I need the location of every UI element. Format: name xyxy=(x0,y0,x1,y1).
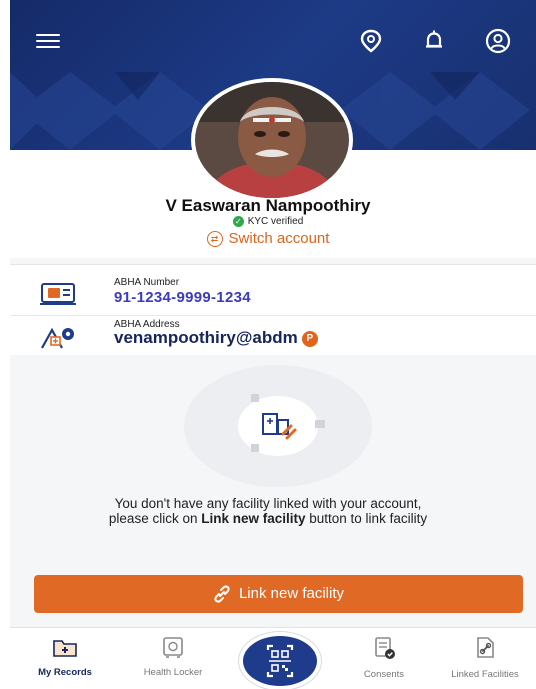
switch-account-label: Switch account xyxy=(228,230,330,247)
abha-number-row: ABHA Number 91-1234-9999-1234 xyxy=(10,271,536,315)
nav-my-records[interactable]: My Records xyxy=(22,636,108,678)
nav-consents-label: Consents xyxy=(363,669,405,680)
nav-consents[interactable]: Consents xyxy=(341,636,427,680)
app-screen: V Easwaran Nampoothiry ✓ KYC verified ⇄ Sw… xyxy=(10,0,536,689)
nav-health-locker[interactable]: Health Locker xyxy=(130,636,216,678)
switch-account-icon: ⇄ xyxy=(206,231,223,248)
linked-facilities-icon xyxy=(477,637,494,658)
location-icon[interactable] xyxy=(356,26,386,56)
link-icon xyxy=(214,585,230,603)
id-card-icon xyxy=(40,283,76,305)
scan-qr-button[interactable] xyxy=(239,632,321,689)
abha-details: ABHA Number 91-1234-9999-1234 ABHA Addre… xyxy=(10,264,536,355)
abha-number-label: ABHA Number xyxy=(114,277,180,288)
profile-photo xyxy=(191,78,353,202)
no-facility-illustration xyxy=(184,365,372,487)
kyc-status-text: KYC verified xyxy=(247,216,304,228)
folder-plus-icon xyxy=(53,640,77,657)
bell-icon[interactable] xyxy=(419,26,449,56)
empty-state-message: You don't have any facility linked with … xyxy=(10,496,536,526)
nav-linked-facilities[interactable]: Linked Facilities xyxy=(442,636,528,680)
nav-health-locker-label: Health Locker xyxy=(143,667,203,678)
abha-address-row: ABHA Address venampoothiry@abdm P xyxy=(10,315,536,360)
locker-icon xyxy=(163,637,183,658)
qr-scan-icon xyxy=(266,644,294,678)
empty-state-bold: Link new facility xyxy=(201,511,306,526)
account-icon[interactable] xyxy=(483,26,513,56)
primary-badge: P xyxy=(301,330,318,347)
kyc-status: ✓ KYC verified xyxy=(10,216,536,227)
link-new-facility-button[interactable]: Link new facility xyxy=(34,575,523,613)
abha-address-value-wrap: venampoothiry@abdm P xyxy=(114,328,318,348)
menu-icon[interactable] xyxy=(36,34,60,52)
user-name: V Easwaran Nampoothiry xyxy=(165,196,371,215)
nav-linked-facilities-label: Linked Facilities xyxy=(451,669,519,680)
abha-number-value: 91-1234-9999-1234 xyxy=(114,289,251,306)
abha-address-value: venampoothiry@abdm xyxy=(114,328,298,347)
top-bar xyxy=(10,0,536,72)
check-icon: ✓ xyxy=(232,216,244,227)
link-new-facility-label: Link new facility xyxy=(238,585,345,602)
empty-state-line2-post: button to link facility xyxy=(305,511,428,526)
consents-icon xyxy=(375,637,395,659)
nav-my-records-label: My Records xyxy=(38,667,92,678)
empty-state-line1: You don't have any facility linked with … xyxy=(114,496,422,511)
empty-state-line2-pre: please click on xyxy=(108,511,202,526)
abha-address-icon xyxy=(41,327,74,349)
switch-account-link[interactable]: ⇄ Switch account xyxy=(10,230,536,248)
